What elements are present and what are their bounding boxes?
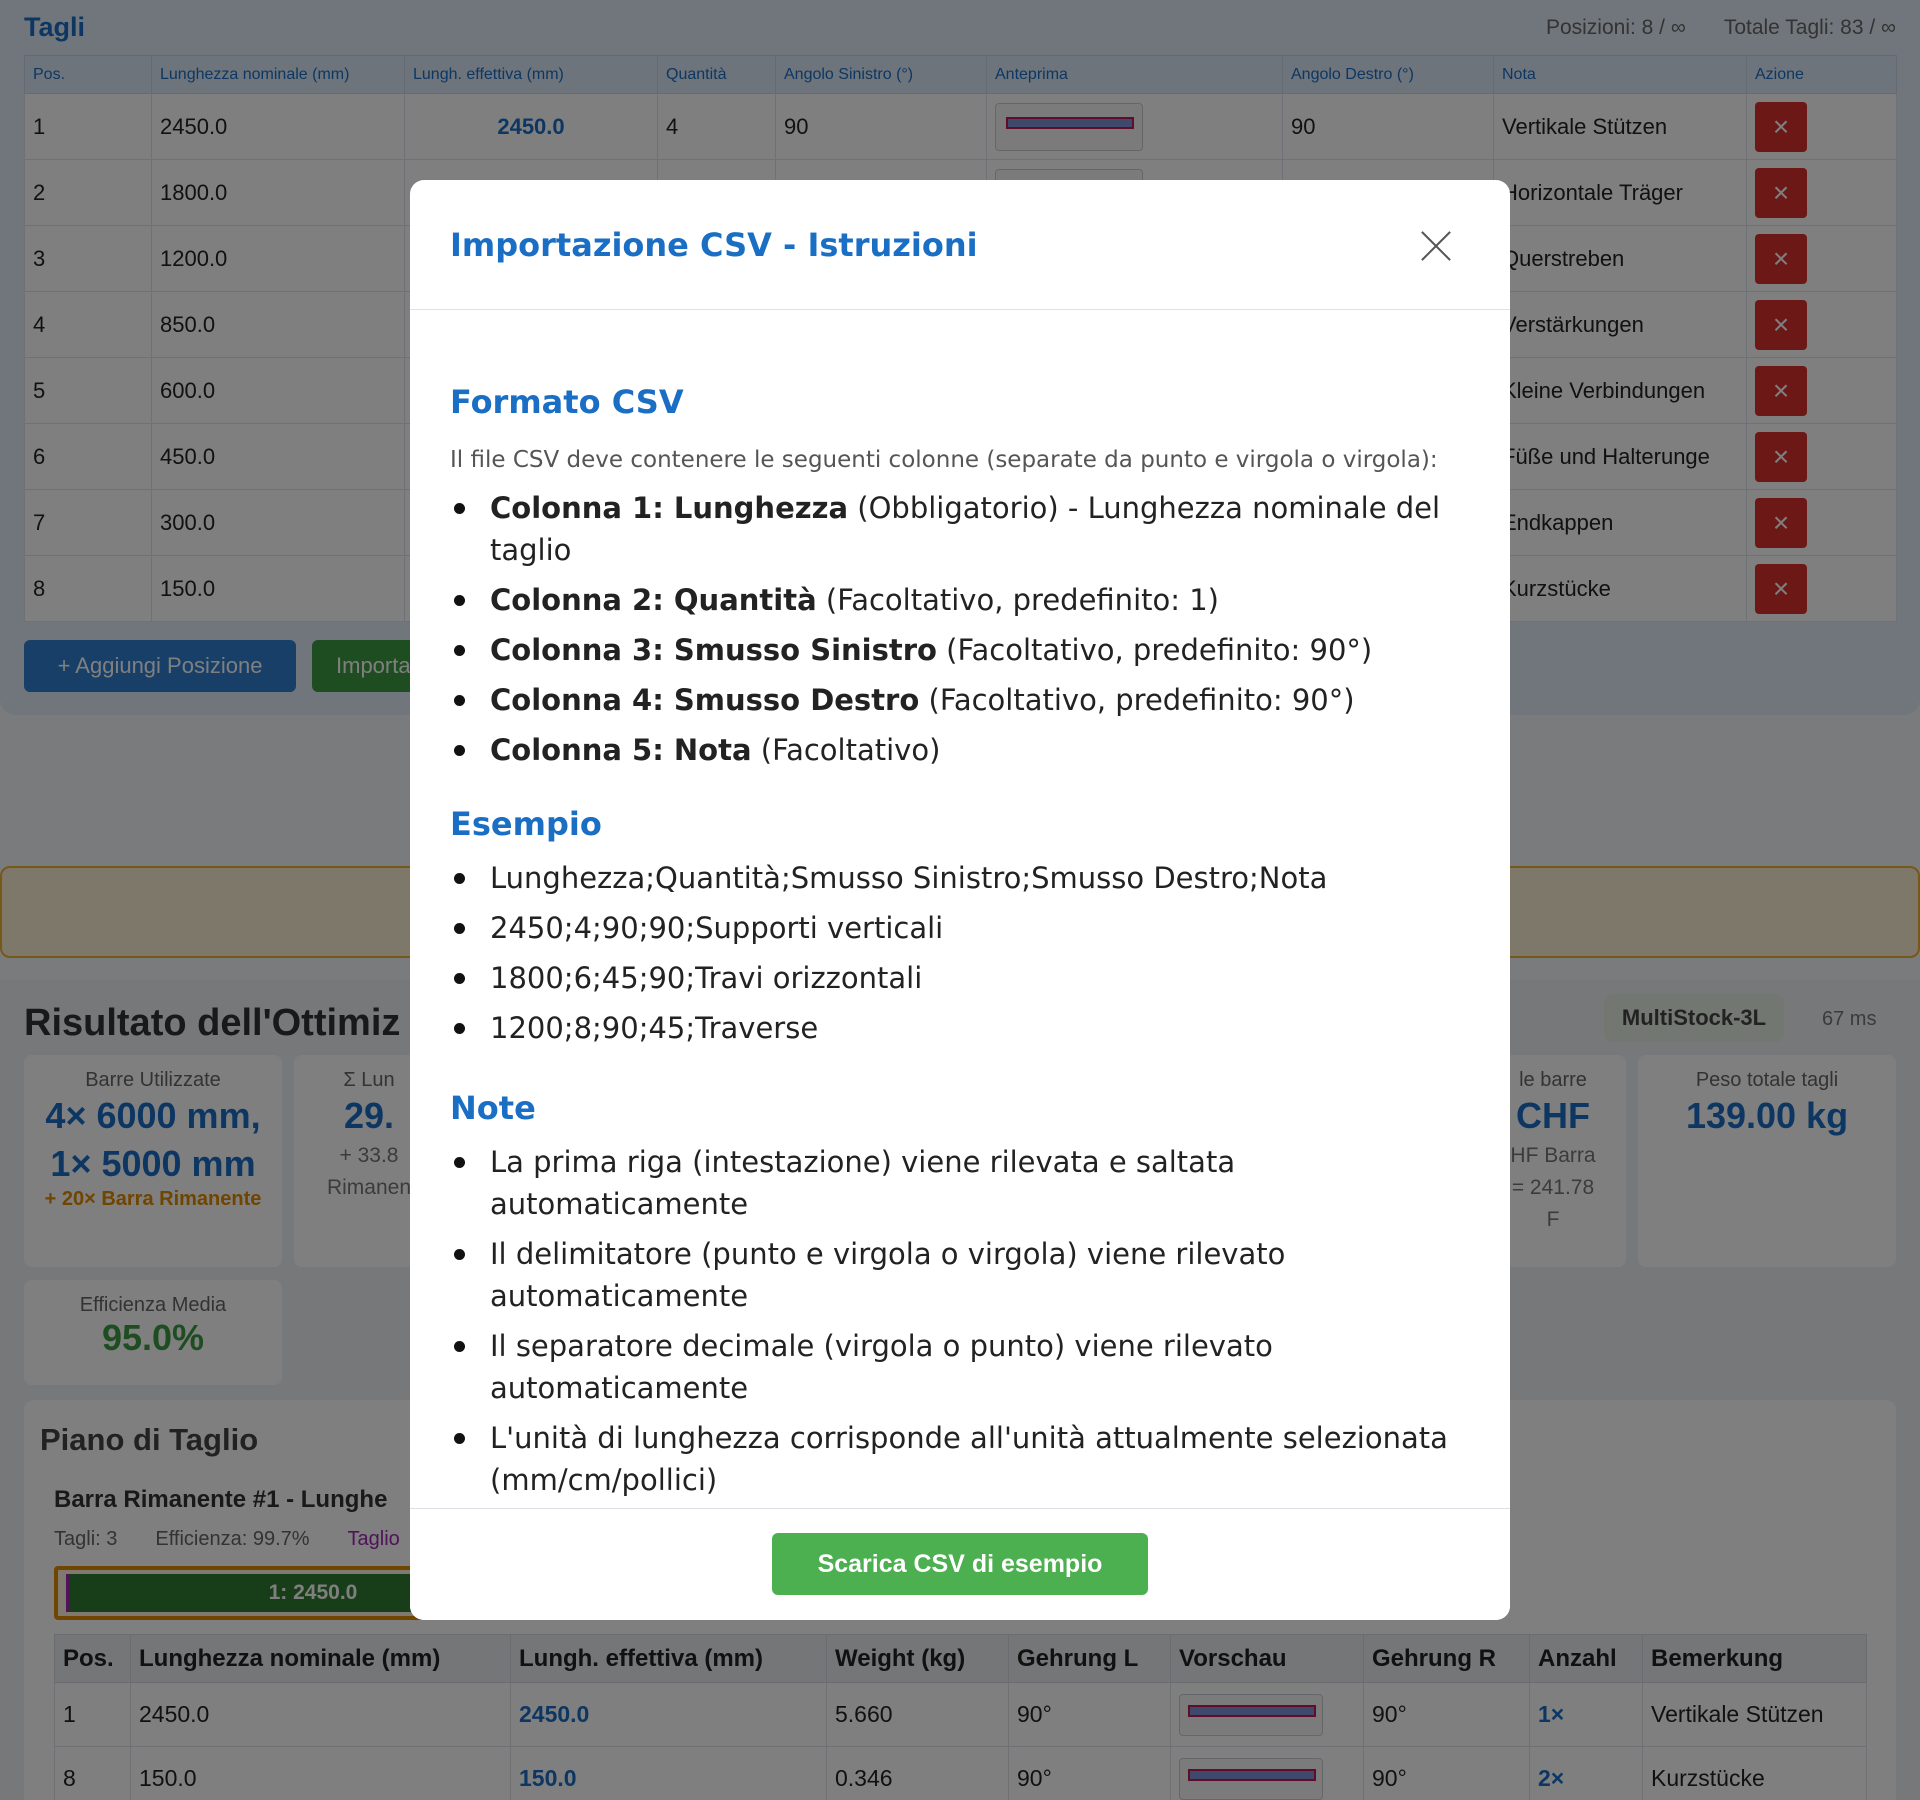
example-heading: Esempio [450, 805, 602, 843]
modal-title: Importazione CSV - Istruzioni [450, 226, 978, 264]
format-heading: Formato CSV [450, 383, 684, 421]
download-sample-csv-button[interactable]: Scarica CSV di esempio [772, 1533, 1148, 1595]
example-line: Lunghezza;Quantità;Smusso Sinistro;Smuss… [450, 857, 1470, 899]
modal-footer: Scarica CSV di esempio [410, 1508, 1510, 1620]
notes-heading: Note [450, 1089, 536, 1127]
column-desc: (Facoltativo, predefinito: 90°) [936, 633, 1373, 667]
column-name: Colonna 1: Lunghezza [490, 491, 849, 525]
column-name: Colonna 2: Quantità [490, 583, 817, 617]
modal-body[interactable]: Formato CSV Il file CSV deve contenere l… [410, 311, 1510, 1620]
note-item: Il separatore decimale (virgola o punto)… [450, 1325, 1470, 1409]
column-item: Colonna 4: Smusso Destro (Facoltativo, p… [450, 679, 1470, 721]
notes-list: La prima riga (intestazione) viene rilev… [450, 1141, 1470, 1501]
modal-header: Importazione CSV - Istruzioni [410, 180, 1510, 310]
example-list: Lunghezza;Quantità;Smusso Sinistro;Smuss… [450, 857, 1470, 1049]
csv-import-modal: Importazione CSV - Istruzioni Formato CS… [410, 180, 1510, 1620]
format-intro: Il file CSV deve contenere le seguenti c… [450, 447, 1438, 473]
example-line: 1200;8;90;45;Traverse [450, 1007, 1470, 1049]
column-desc: (Facoltativo, predefinito: 90°) [919, 683, 1355, 717]
columns-list: Colonna 1: Lunghezza (Obbligatorio) - Lu… [450, 487, 1470, 771]
close-icon[interactable] [1416, 226, 1456, 266]
note-item: Il delimitatore (punto e virgola o virgo… [450, 1233, 1470, 1317]
note-item: L'unità di lunghezza corrisponde all'uni… [450, 1417, 1470, 1501]
column-item: Colonna 1: Lunghezza (Obbligatorio) - Lu… [450, 487, 1470, 571]
column-name: Colonna 3: Smusso Sinistro [490, 633, 937, 667]
example-line: 2450;4;90;90;Supporti verticali [450, 907, 1470, 949]
note-item: La prima riga (intestazione) viene rilev… [450, 1141, 1470, 1225]
column-desc: (Facoltativo) [751, 733, 941, 767]
column-name: Colonna 4: Smusso Destro [490, 683, 920, 717]
example-line: 1800;6;45;90;Travi orizzontali [450, 957, 1470, 999]
column-item: Colonna 3: Smusso Sinistro (Facoltativo,… [450, 629, 1470, 671]
column-name: Colonna 5: Nota [490, 733, 752, 767]
column-item: Colonna 2: Quantità (Facoltativo, predef… [450, 579, 1470, 621]
column-desc: (Facoltativo, predefinito: 1) [816, 583, 1219, 617]
column-item: Colonna 5: Nota (Facoltativo) [450, 729, 1470, 771]
